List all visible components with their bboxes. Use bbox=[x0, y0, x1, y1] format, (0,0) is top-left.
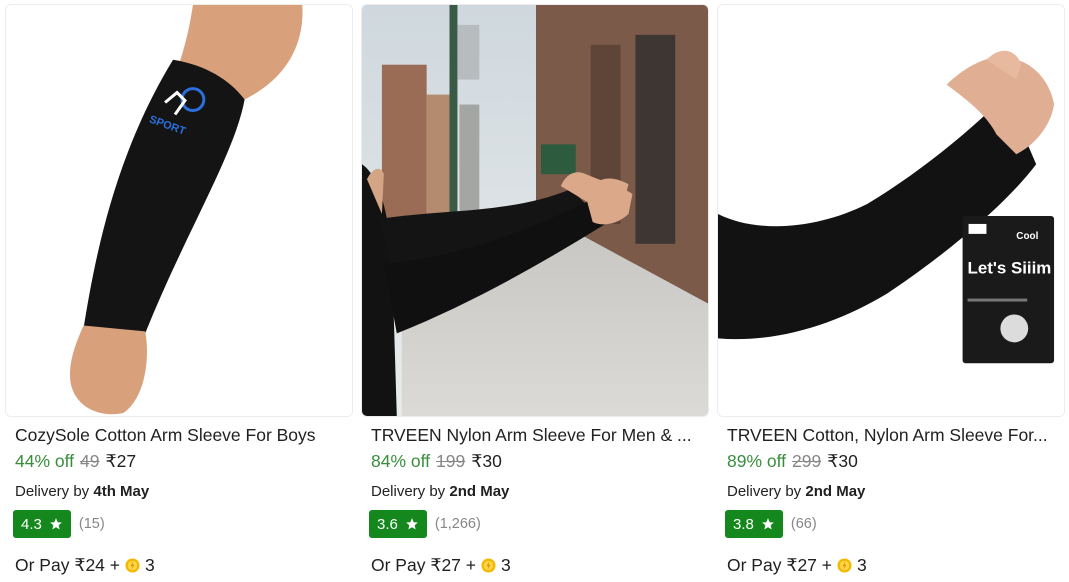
supercoin-offer: Or Pay ₹27 + 3 bbox=[727, 555, 867, 576]
pack-brand-text: Let's Siiim bbox=[968, 259, 1052, 278]
rating-value: 3.6 bbox=[377, 515, 398, 533]
delivery-label: Delivery by bbox=[727, 483, 802, 500]
original-price: 299 bbox=[792, 451, 822, 471]
rating-count: (1,266) bbox=[434, 516, 481, 532]
rating-count: (15) bbox=[78, 516, 105, 532]
product-image[interactable]: Cool Let's Siiim bbox=[717, 4, 1065, 417]
original-price: 49 bbox=[80, 451, 100, 471]
delivery-label: Delivery by bbox=[15, 483, 90, 500]
product-title[interactable]: TRVEEN Cotton, Nylon Arm Sleeve For... bbox=[727, 424, 1061, 446]
coin-icon bbox=[837, 558, 852, 573]
delivery-label: Delivery by bbox=[371, 483, 446, 500]
rating-value: 4.3 bbox=[21, 515, 42, 533]
rating-row: 3.6 (1,266) bbox=[369, 510, 481, 538]
coin-count: 3 bbox=[145, 555, 155, 575]
product-card[interactable]: TRVEEN Nylon Arm Sleeve For Men & ... 84… bbox=[361, 0, 715, 582]
rating-value: 3.8 bbox=[733, 515, 754, 533]
delivery-date: 2nd May bbox=[449, 483, 510, 500]
product-image[interactable]: SPORT bbox=[5, 4, 353, 417]
pay-text: Or Pay ₹27 + bbox=[371, 555, 476, 575]
price-row: 84% off 199 ₹30 bbox=[371, 451, 502, 473]
selling-price: ₹30 bbox=[471, 451, 502, 471]
original-price: 199 bbox=[436, 451, 466, 471]
rating-badge: 3.8 bbox=[725, 510, 783, 538]
supercoin-offer: Or Pay ₹27 + 3 bbox=[371, 555, 511, 576]
delivery-info: Delivery by 2nd May bbox=[371, 483, 509, 500]
rating-row: 3.8 (66) bbox=[725, 510, 817, 538]
pay-text: Or Pay ₹27 + bbox=[727, 555, 832, 575]
rating-badge: 4.3 bbox=[13, 510, 71, 538]
price-row: 89% off 299 ₹30 bbox=[727, 451, 858, 473]
rating-count: (66) bbox=[790, 516, 817, 532]
selling-price: ₹30 bbox=[827, 451, 858, 471]
pay-text: Or Pay ₹24 + bbox=[15, 555, 120, 575]
coin-icon bbox=[481, 558, 496, 573]
pack-cool-text: Cool bbox=[1016, 231, 1038, 242]
rating-badge: 3.6 bbox=[369, 510, 427, 538]
product-card[interactable]: Cool Let's Siiim TRVEEN Cotton, Nylon Ar… bbox=[717, 0, 1069, 582]
selling-price: ₹27 bbox=[105, 451, 137, 471]
discount-percent: 44% off bbox=[15, 451, 75, 471]
discount-percent: 89% off bbox=[727, 451, 787, 471]
star-icon bbox=[50, 518, 62, 530]
delivery-info: Delivery by 4th May bbox=[15, 483, 149, 500]
coin-count: 3 bbox=[501, 555, 511, 575]
delivery-date: 4th May bbox=[93, 483, 150, 500]
supercoin-offer: Or Pay ₹24 + 3 bbox=[15, 555, 155, 576]
product-title[interactable]: TRVEEN Nylon Arm Sleeve For Men & ... bbox=[371, 424, 705, 446]
price-row: 44% off 49 ₹27 bbox=[15, 451, 136, 473]
discount-percent: 84% off bbox=[371, 451, 431, 471]
product-grid: SPORT CozySole Cotton Arm Sleeve For Boy… bbox=[0, 0, 1069, 582]
delivery-date: 2nd May bbox=[805, 483, 866, 500]
product-title[interactable]: CozySole Cotton Arm Sleeve For Boys bbox=[15, 424, 349, 446]
product-card[interactable]: SPORT CozySole Cotton Arm Sleeve For Boy… bbox=[5, 0, 359, 582]
coin-count: 3 bbox=[857, 555, 867, 575]
product-image[interactable] bbox=[361, 4, 709, 417]
star-icon bbox=[762, 518, 774, 530]
delivery-info: Delivery by 2nd May bbox=[727, 483, 865, 500]
star-icon bbox=[406, 518, 418, 530]
coin-icon bbox=[125, 558, 140, 573]
rating-row: 4.3 (15) bbox=[13, 510, 105, 538]
